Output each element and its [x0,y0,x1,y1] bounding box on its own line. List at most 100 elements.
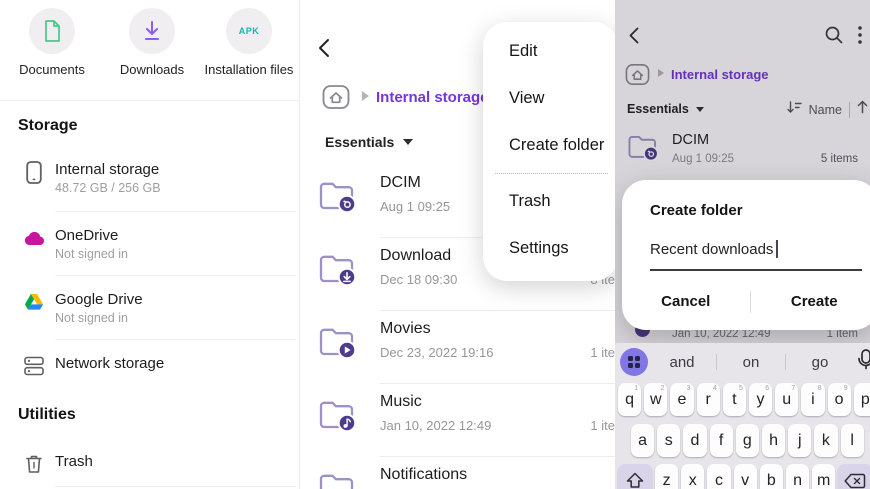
menu-item-settings[interactable]: Settings [483,225,618,272]
shift-key[interactable] [618,464,652,489]
document-icon [29,8,75,54]
key-k[interactable]: k [814,424,838,457]
google-drive-icon [22,290,46,314]
shortcut-label: Downloads [119,62,185,77]
key-m[interactable]: m [812,464,836,489]
key-b[interactable]: b [759,464,783,489]
suggestion-go[interactable]: go [786,354,854,371]
backspace-icon [844,473,866,488]
sidebar-item-onedrive[interactable]: OneDrive Not signed in [0,226,300,276]
dialog-title: Create folder [650,202,743,219]
sidebar-item-trash[interactable]: Trash [0,452,300,482]
text-cursor [776,240,779,258]
shortcut-installation-files[interactable]: APK Installation files [201,8,297,77]
key-q[interactable]: q1 [618,383,642,416]
row-divider [55,211,296,212]
sidebar-item-google-drive[interactable]: Google Drive Not signed in [0,290,300,340]
input-value: Recent downloads [650,240,774,258]
trash-icon [22,452,46,476]
key-f[interactable]: f [709,424,733,457]
create-button[interactable]: Create [751,284,870,320]
row-divider [55,275,296,276]
create-folder-screen: Internal storage Essentials Name DCIM Au… [615,0,870,489]
menu-item-edit[interactable]: Edit [483,28,618,75]
cancel-button[interactable]: Cancel [622,284,750,320]
key-r[interactable]: r4 [696,383,720,416]
suggestion-on[interactable]: on [717,354,785,371]
breadcrumb-arrow-icon [362,91,369,101]
folder-icon [318,252,358,291]
apk-icon: APK [226,8,272,54]
download-icon [129,8,175,54]
file-row-movies[interactable]: Movies Dec 23, 2022 19:16 1 ite [300,311,615,384]
nav-sub: Not signed in [55,311,128,325]
menu-item-create-folder[interactable]: Create folder [483,122,618,169]
key-z[interactable]: z [655,464,679,489]
input-underline [650,269,862,271]
key-o[interactable]: o9 [827,383,851,416]
utilities-section-title: Utilities [18,406,76,423]
key-v[interactable]: v [733,464,757,489]
file-date: Dec 18 09:30 [380,272,458,287]
key-t[interactable]: t5 [722,383,746,416]
suggestion-and[interactable]: and [648,354,716,371]
file-date: Jan 10, 2022 12:49 [380,418,492,433]
folder-icon [318,398,358,437]
key-l[interactable]: l [840,424,864,457]
caret-down-icon [403,139,414,145]
key-h[interactable]: h [761,424,786,457]
network-storage-icon [22,354,46,378]
essentials-dropdown[interactable]: Essentials [325,134,414,150]
folder-icon [318,325,358,364]
key-d[interactable]: d [683,424,707,457]
menu-item-trash[interactable]: Trash [483,178,618,225]
sidebar: Documents Downloads APK Installation fil… [0,0,300,489]
key-j[interactable]: j [788,424,812,457]
key-c[interactable]: c [707,464,731,489]
folder-name-input[interactable]: Recent downloads [650,240,779,258]
onedrive-cloud-icon [22,226,46,250]
file-name: Music [380,393,422,410]
mic-icon[interactable] [856,348,870,376]
keyboard-row-1: q1 w2 e3 r4 t5 y6 u7 i8 o9 p0 [615,383,870,416]
sidebar-item-internal-storage[interactable]: Internal storage 48.72 GB / 256 GB [0,160,300,210]
key-u[interactable]: u7 [775,383,799,416]
shortcut-documents[interactable]: Documents [4,8,100,77]
home-folder-icon[interactable] [322,84,350,115]
breadcrumb[interactable]: Internal storage [376,89,486,106]
key-p[interactable]: p0 [853,383,870,416]
shortcut-downloads[interactable]: Downloads [104,8,200,77]
backspace-key[interactable] [838,464,870,489]
key-w[interactable]: w2 [644,383,668,416]
file-row-notifications[interactable]: Notifications [300,457,615,489]
create-folder-dialog: Create folder Recent downloads Cancel Cr… [622,180,870,330]
nav-label: Google Drive [55,291,143,308]
key-e[interactable]: e3 [670,383,694,416]
file-row-music[interactable]: Music Jan 10, 2022 12:49 1 ite [300,384,615,457]
filter-label: Essentials [325,134,395,150]
key-s[interactable]: s [657,424,681,457]
storage-section-title: Storage [18,117,78,134]
nav-label: Trash [55,453,93,470]
shortcut-label: Installation files [204,62,294,77]
key-n[interactable]: n [785,464,810,489]
keyboard-grid-icon[interactable] [620,348,648,376]
key-x[interactable]: x [681,464,705,489]
back-chevron-icon[interactable] [318,38,330,63]
menu-item-view[interactable]: View [483,75,618,122]
file-count: 1 ite [590,418,615,433]
file-name: Movies [380,320,431,337]
key-a[interactable]: a [631,424,655,457]
menu-divider [495,173,608,174]
keyboard-row-3: z x c v b n m [615,464,870,489]
shift-icon [626,472,644,488]
file-count: 1 ite [590,345,615,360]
overflow-menu: Edit View Create folder Trash Settings [483,22,618,281]
sidebar-item-network-storage[interactable]: Network storage [0,354,300,384]
nav-label: Network storage [55,355,165,372]
file-name: Notifications [380,466,468,483]
nav-label: OneDrive [55,227,119,244]
key-g[interactable]: g [735,424,759,457]
key-i[interactable]: i8 [801,383,825,416]
key-y[interactable]: y6 [748,383,773,416]
